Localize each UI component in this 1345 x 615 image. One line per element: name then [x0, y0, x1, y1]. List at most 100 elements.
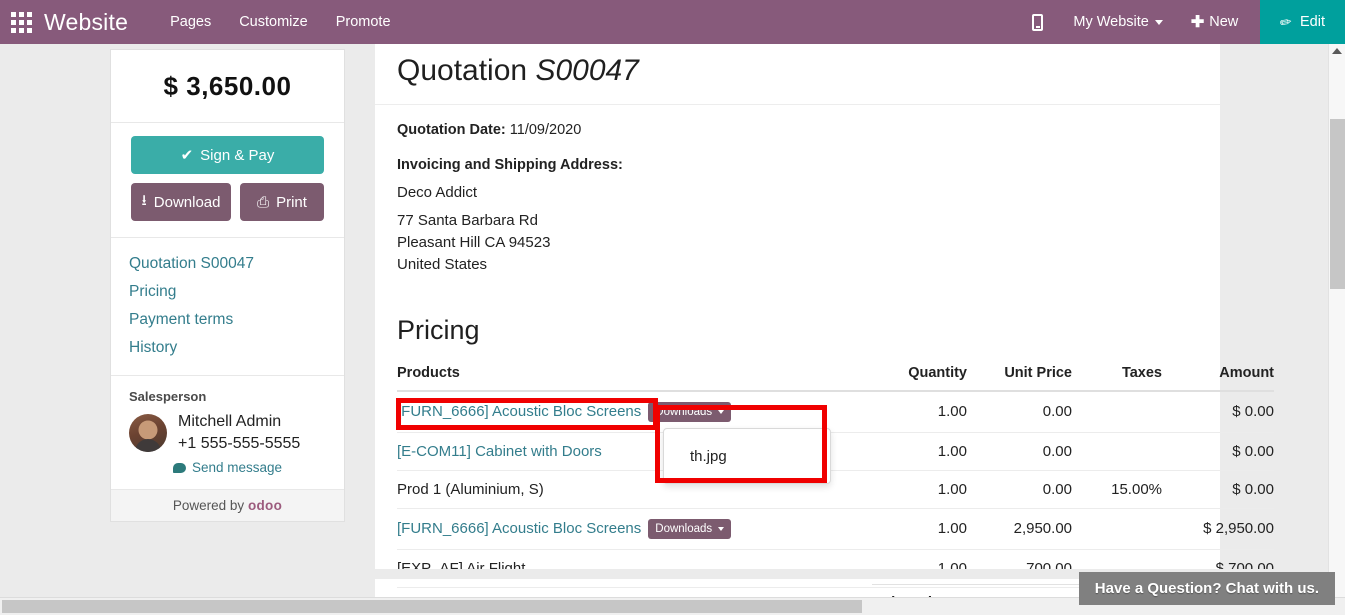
cell-taxes: 15.00% — [1072, 470, 1162, 509]
pricing-table: Products Quantity Unit Price Taxes Amoun… — [397, 355, 1274, 588]
quotation-date-row: Quotation Date: 11/09/2020 — [397, 122, 1198, 138]
cell-quantity: 1.00 — [857, 470, 967, 509]
sidebar-actions: ✔ Sign & Pay ⭳ Download ⎙ Print — [111, 123, 344, 238]
nav-item-pages[interactable]: Pages — [170, 14, 211, 30]
mobile-preview-icon[interactable] — [1032, 13, 1044, 31]
apps-grid-icon[interactable] — [10, 11, 32, 33]
address-header: Invoicing and Shipping Address: — [397, 157, 623, 173]
sidebar-item-payment-terms[interactable]: Payment terms — [129, 306, 344, 334]
downloads-label: Downloads — [655, 405, 713, 418]
salesperson-title: Salesperson — [129, 389, 207, 404]
check-icon: ✔ — [180, 147, 194, 164]
total-amount: $ 3,650.00 — [111, 50, 344, 123]
cell-quantity: 1.00 — [857, 432, 967, 471]
download-icon: ⭳ — [141, 191, 147, 209]
address-line-2: Pleasant Hill CA 94523 — [397, 234, 551, 252]
page-title-prefix: Quotation — [397, 54, 528, 87]
chat-widget-label: Have a Question? Chat with us. — [1094, 580, 1319, 597]
column-header-quantity: Quantity — [857, 355, 967, 392]
avatar — [129, 413, 167, 452]
my-website-dropdown[interactable]: My Website — [1073, 14, 1163, 30]
cell-taxes — [1072, 390, 1162, 433]
table-row: [FURN_6666] Acoustic Bloc Screens Downloa… — [397, 390, 1274, 433]
product-link[interactable]: [E-COM11] Cabinet with Doors — [397, 443, 602, 460]
main-nav-links: Pages Customize Promote — [170, 14, 390, 30]
cell-unit-price: 0.00 — [967, 390, 1072, 433]
download-label: Download — [153, 193, 221, 211]
new-button[interactable]: ✚ New — [1191, 12, 1238, 32]
vertical-scrollbar[interactable] — [1328, 44, 1345, 597]
column-header-taxes: Taxes — [1072, 355, 1162, 392]
cell-taxes — [1072, 508, 1162, 550]
app-root: Website Pages Customize Promote My Websi… — [0, 0, 1345, 615]
vertical-scrollbar-thumb[interactable] — [1330, 119, 1345, 289]
downloads-label: Downloads — [655, 522, 713, 535]
download-button[interactable]: ⭳ Download — [131, 183, 231, 221]
product-link[interactable]: [FURN_6666] Acoustic Bloc Screens — [397, 520, 641, 537]
table-header-row: Products Quantity Unit Price Taxes Amoun… — [397, 355, 1274, 392]
salesperson-row: Mitchell Admin +1 555-555-5555 — [129, 411, 326, 454]
pricing-table-body: [FURN_6666] Acoustic Bloc Screens Downloa… — [397, 390, 1274, 588]
chat-bubble-icon — [172, 462, 186, 473]
page-title: Quotation S00047 — [375, 44, 1220, 105]
downloads-dropdown-menu[interactable]: th.jpg — [663, 428, 831, 484]
address-line-1: 77 Santa Barbara Rd — [397, 212, 538, 229]
my-website-label: My Website — [1073, 14, 1149, 30]
table-row: Prod 1 (Aluminium, S) 1.00 0.00 15.00% $… — [397, 470, 1274, 509]
chevron-down-icon — [718, 409, 725, 414]
print-label: Print — [276, 193, 307, 211]
downloads-menu-item-file[interactable]: th.jpg — [664, 448, 727, 465]
cell-unit-price: 0.00 — [967, 432, 1072, 471]
sidebar-nav: Quotation S00047 Pricing Payment terms H… — [111, 238, 344, 376]
send-message-label: Send message — [191, 460, 283, 476]
cell-taxes — [1072, 432, 1162, 471]
address-customer-name: Deco Addict — [397, 184, 478, 201]
cell-product: [FURN_6666] Acoustic Bloc Screens Downloa… — [397, 508, 857, 550]
edit-button[interactable]: ✏ Edit — [1260, 0, 1345, 44]
product-link[interactable]: [FURN_6666] Acoustic Bloc Screens — [397, 403, 641, 420]
cell-unit-price: 2,950.00 — [967, 508, 1072, 550]
address-line-3: United States — [397, 256, 488, 274]
sidebar-item-pricing[interactable]: Pricing — [129, 278, 344, 306]
document-body: Quotation Date: 11/09/2020 Invoicing and… — [375, 105, 1274, 588]
quotation-sidebar: $ 3,650.00 ✔ Sign & Pay ⭳ Download ⎙ Pri… — [110, 49, 345, 523]
print-button[interactable]: ⎙ Print — [240, 183, 324, 221]
scroll-up-arrow-icon[interactable] — [1332, 48, 1342, 54]
column-header-amount: Amount — [1162, 355, 1274, 392]
powered-by-footer: Powered by odoo — [111, 490, 344, 522]
column-header-unit-price: Unit Price — [967, 355, 1072, 392]
sidebar-item-history[interactable]: History — [129, 334, 344, 362]
cell-product: [FURN_6666] Acoustic Bloc Screens Downloa… — [397, 390, 857, 433]
cell-unit-price: 0.00 — [967, 470, 1072, 509]
downloads-dropdown-button[interactable]: Downloads — [648, 401, 732, 422]
salesperson-card: Salesperson Mitchell Admin +1 555-555-55… — [111, 376, 344, 491]
salesperson-name: Mitchell Admin — [178, 413, 282, 430]
sidebar-item-quotation[interactable]: Quotation S00047 — [129, 250, 344, 278]
nav-item-promote[interactable]: Promote — [336, 14, 391, 30]
quotation-document: Quotation S00047 Quotation Date: 11/09/2… — [375, 44, 1274, 611]
chat-widget-button[interactable]: Have a Question? Chat with us. — [1078, 572, 1335, 605]
pricing-table-head: Products Quantity Unit Price Taxes Amoun… — [397, 355, 1274, 392]
page-body: $ 3,650.00 ✔ Sign & Pay ⭳ Download ⎙ Pri… — [0, 44, 1345, 611]
salesperson-phone: +1 555-555-5555 — [178, 434, 301, 452]
nav-item-customize[interactable]: Customize — [239, 14, 308, 30]
quotation-date-value: 11/09/2020 — [509, 122, 582, 138]
cell-amount: $ 0.00 — [1162, 470, 1274, 509]
sign-and-pay-label: Sign & Pay — [200, 146, 275, 164]
page-title-reference: S00047 — [535, 54, 639, 87]
brand-title: Website — [44, 8, 129, 35]
powered-by-label: Powered by — [172, 498, 245, 514]
sidebar-secondary-actions: ⭳ Download ⎙ Print — [131, 183, 324, 221]
left-gutter — [0, 44, 110, 597]
pricing-section-heading: Pricing — [397, 314, 480, 345]
table-row: [FURN_6666] Acoustic Bloc Screens Downloa… — [397, 508, 1274, 550]
sign-and-pay-button[interactable]: ✔ Sign & Pay — [131, 136, 324, 174]
product-name: Prod 1 (Aluminium, S) — [397, 480, 544, 498]
navbar-right-group: My Website ✚ New ✏ Edit — [1032, 0, 1345, 44]
edit-label: Edit — [1300, 14, 1325, 30]
downloads-dropdown-button[interactable]: Downloads — [648, 518, 732, 539]
new-label: New — [1209, 14, 1239, 30]
send-message-link[interactable]: Send message — [129, 460, 326, 475]
printer-icon: ⎙ — [257, 193, 270, 211]
horizontal-scrollbar-thumb[interactable] — [2, 600, 862, 613]
